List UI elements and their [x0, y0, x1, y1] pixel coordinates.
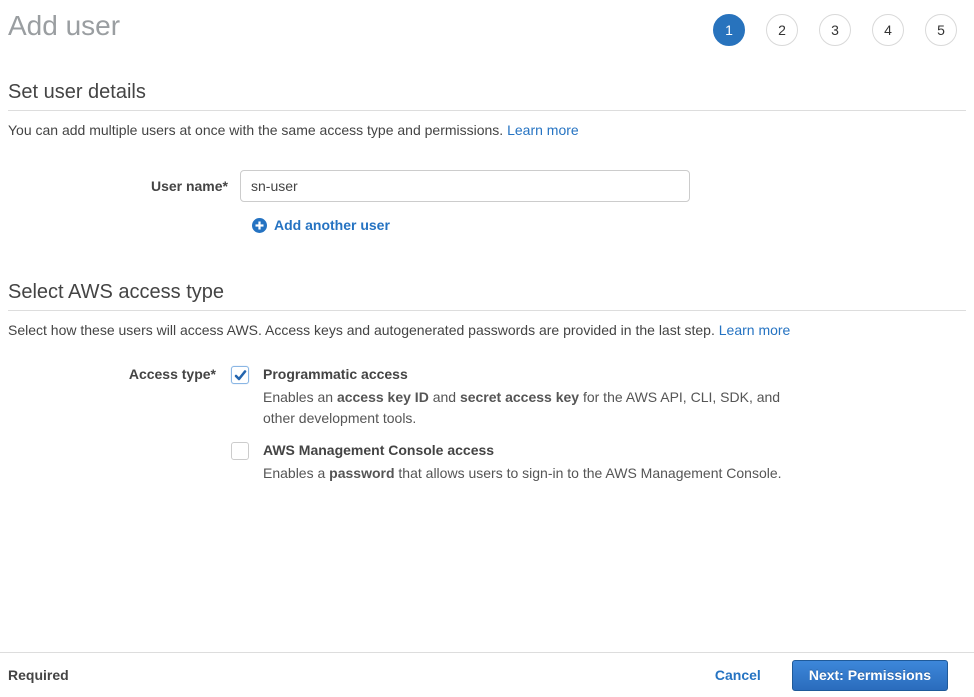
desc-bold: access key ID: [337, 389, 429, 405]
user-details-description-text: You can add multiple users at once with …: [8, 122, 503, 138]
wizard-footer: *Required Cancel Next: Permissions: [0, 652, 974, 697]
page-header: Add user 1 2 3 4 5: [8, 0, 966, 46]
add-user-page: Add user 1 2 3 4 5 Set user details You …: [0, 0, 974, 496]
add-another-user-link[interactable]: Add another user: [274, 217, 390, 233]
programmatic-access-desc: Enables an access key ID and secret acce…: [263, 387, 785, 429]
programmatic-access-title: Programmatic access: [263, 365, 785, 384]
programmatic-access-option: Programmatic access Enables an access ke…: [231, 365, 785, 429]
user-name-input[interactable]: [240, 170, 690, 202]
set-user-details-heading: Set user details: [8, 46, 966, 111]
access-type-label: Access type*: [8, 365, 231, 384]
checkmark-icon: [234, 369, 247, 382]
select-access-type-heading: Select AWS access type: [8, 233, 966, 311]
desc-bold: secret access key: [460, 389, 579, 405]
programmatic-access-text: Programmatic access Enables an access ke…: [263, 365, 785, 429]
console-access-checkbox[interactable]: [231, 442, 249, 460]
user-details-description: You can add multiple users at once with …: [8, 122, 966, 139]
add-another-user-row[interactable]: Add another user: [252, 217, 966, 233]
access-type-description: Select how these users will access AWS. …: [8, 322, 966, 339]
user-name-row: User name*: [8, 170, 966, 202]
set-user-details-section: Set user details You can add multiple us…: [8, 46, 966, 233]
desc-bold: password: [329, 465, 394, 481]
step-4: 4: [872, 14, 904, 46]
access-type-learn-more-link[interactable]: Learn more: [719, 322, 791, 338]
page-title: Add user: [8, 10, 120, 42]
access-type-options: Programmatic access Enables an access ke…: [231, 365, 785, 496]
step-1: 1: [713, 14, 745, 46]
required-label: Required: [8, 667, 69, 683]
footer-actions: Cancel Next: Permissions: [715, 660, 948, 691]
select-access-type-section: Select AWS access type Select how these …: [8, 233, 966, 496]
console-access-text: AWS Management Console access Enables a …: [263, 441, 782, 484]
step-2: 2: [766, 14, 798, 46]
required-note: *Required: [8, 667, 69, 683]
user-name-label: User name*: [8, 178, 240, 194]
step-5: 5: [925, 14, 957, 46]
console-access-title: AWS Management Console access: [263, 441, 782, 460]
access-type-description-text: Select how these users will access AWS. …: [8, 322, 715, 338]
console-access-desc: Enables a password that allows users to …: [263, 463, 782, 484]
access-type-row: Access type* Programmatic access Enables…: [8, 365, 966, 496]
console-access-option: AWS Management Console access Enables a …: [231, 441, 785, 484]
desc-text: and: [429, 389, 460, 405]
cancel-button[interactable]: Cancel: [715, 667, 761, 683]
plus-circle-icon: [252, 218, 267, 233]
desc-text: Enables an: [263, 389, 337, 405]
next-permissions-button[interactable]: Next: Permissions: [792, 660, 948, 691]
desc-text: that allows users to sign-in to the AWS …: [395, 465, 782, 481]
programmatic-access-checkbox[interactable]: [231, 366, 249, 384]
desc-text: Enables a: [263, 465, 329, 481]
user-details-learn-more-link[interactable]: Learn more: [507, 122, 579, 138]
step-3: 3: [819, 14, 851, 46]
step-indicator: 1 2 3 4 5: [713, 14, 966, 46]
